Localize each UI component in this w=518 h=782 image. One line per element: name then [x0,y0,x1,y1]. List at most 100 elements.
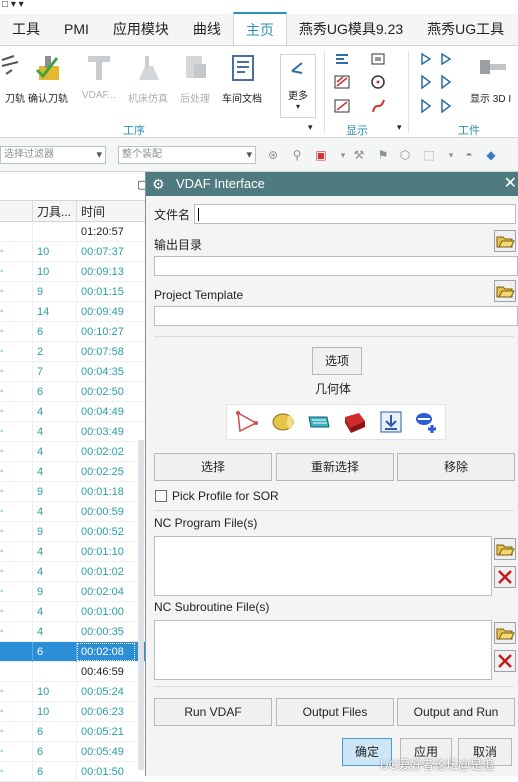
navigator-row[interactable]: ◦ 4 00:00:59 [0,502,146,522]
menu-tab[interactable]: 主页 [232,12,287,45]
navigator-row[interactable]: ◦ 4 00:02:02 [0,442,146,462]
workpiece-blank-icon[interactable] [420,74,458,90]
solid-block-icon[interactable] [342,409,368,435]
hexagon-icon[interactable]: ⬡ [398,148,412,162]
dialog-title-bar[interactable]: ⚙ VDAF Interface ✕ [146,172,518,196]
machine-simulation-button[interactable]: 机床仿真 [128,52,168,105]
navigator-row[interactable]: ◦ 4 00:01:00 [0,602,146,622]
navigator-row[interactable]: ◦ 10 00:07:37 [0,242,146,262]
shop-documentation-button[interactable]: 车间文档 [222,52,262,105]
output-directory-input[interactable] [154,256,518,276]
workpiece-ipw-icon[interactable] [420,98,458,114]
close-icon[interactable]: ✕ [504,172,517,196]
navigator-row[interactable]: ◦ 9 00:00:52 [0,522,146,542]
nc-subroutine-list[interactable] [154,620,492,680]
display-3d-button[interactable]: 显示 3D I [470,52,511,105]
navigator-row[interactable]: ◦ 4 00:03:49 [0,422,146,442]
edge-display-icon[interactable] [334,52,352,66]
tool-filter-2-icon[interactable]: ⚑ [376,148,390,162]
target-icon[interactable] [370,74,388,90]
vdaf-button[interactable]: VDAF... [82,52,116,101]
menu-tab[interactable]: 燕秀UG模具9.23 [287,13,415,45]
hatch-display-2-icon[interactable] [334,98,352,114]
navigator-row[interactable]: ◦ 6 00:05:21 [0,722,146,742]
navigator-row[interactable]: ◦ 4 00:02:25 [0,462,146,482]
remove-nc-subroutine-button[interactable] [494,650,516,672]
display-expand-icon[interactable]: ▾ [397,122,402,133]
navigator-row[interactable]: ◦ 7 00:04:35 [0,362,146,382]
output-files-button[interactable]: Output Files [276,698,394,726]
pick-profile-checkbox[interactable] [155,490,167,502]
selection-scope-dropdown[interactable]: 整个装配 [118,146,256,164]
navigator-row[interactable]: ◦ 14 00:09:49 [0,302,146,322]
options-button[interactable]: 选项 [312,347,362,375]
menu-tab[interactable]: 燕秀UG工具 [415,13,516,45]
link-icon[interactable]: ⚲ [290,148,304,162]
navigator-row[interactable]: ◦ 6 00:02:50 [0,382,146,402]
run-vdaf-button[interactable]: Run VDAF [154,698,272,726]
navigator-row[interactable]: ◦ 9 00:01:18 [0,482,146,502]
navigator-row[interactable]: ◦ 4 00:01:10 [0,542,146,562]
surface-icon[interactable] [306,409,332,435]
menu-tab[interactable]: 应用模块 [101,13,181,45]
file-name-input[interactable] [194,204,516,224]
navigator-row[interactable]: ◦ 9 00:01:15 [0,282,146,302]
navigator-row[interactable]: ◦ 6 00:01:50 [0,762,146,782]
postprocess-button[interactable]: 后处理 [180,52,210,105]
navigator-row[interactable]: 00:46:59 [0,662,146,682]
menu-tab[interactable]: 曲线 [181,13,233,45]
type-filter-dropdown[interactable]: 选择过滤器 [0,146,106,164]
snap-icon[interactable]: ⊛ [266,148,280,162]
toolpath-button[interactable]: 刀轨 [0,52,30,105]
browse-output-directory-button[interactable] [494,230,516,252]
column-header-tool[interactable]: 刀具... [32,201,76,223]
row-status-icon: ◦ [0,326,4,337]
nc-program-list[interactable] [154,536,492,596]
more-button[interactable]: 更多 ▾ [280,54,316,118]
project-template-input[interactable] [154,306,518,326]
navigator-row[interactable]: ◦ 6 00:02:08 [0,642,146,662]
navigator-row[interactable]: ◦ 6 00:05:49 [0,742,146,762]
navigator-row[interactable]: 01:20:57 [0,222,146,242]
chevron-down-icon[interactable]: ▾ [336,148,350,162]
navigator-row[interactable]: ◦ 9 00:02:04 [0,582,146,602]
workpiece-geometry-icon[interactable] [420,52,458,66]
points-icon[interactable] [234,409,260,435]
curve-icon[interactable] [370,98,388,114]
remove-button[interactable]: 移除 [397,453,515,481]
chevron-down-icon[interactable]: ▾ [444,148,458,162]
reselect-button[interactable]: 重新选择 [276,453,394,481]
shading-icon[interactable]: ◓ [462,148,476,162]
column-header-time[interactable]: 时间 [76,201,146,223]
navigator-row[interactable]: ◦ 10 00:05:24 [0,682,146,702]
time-cell: 00:02:08 [76,642,136,662]
navigator-row[interactable]: ◦ 10 00:09:13 [0,262,146,282]
select-button[interactable]: 选择 [154,453,272,481]
cube-icon[interactable]: ◆ [484,148,498,162]
select-features-icon[interactable]: ▣ [314,148,328,162]
add-nc-subroutine-button[interactable] [494,622,516,644]
cylinder-icon[interactable] [270,409,296,435]
browse-project-template-button[interactable] [494,280,516,302]
navigator-row[interactable]: ◦ 6 00:10:27 [0,322,146,342]
hatch-display-icon[interactable] [334,74,352,90]
operations-expand-icon[interactable]: ▾ [308,122,313,133]
view-frame-icon[interactable] [370,52,388,66]
navigator-row[interactable]: ◦ 4 00:01:02 [0,562,146,582]
navigator-row[interactable]: ◦ 2 00:07:58 [0,342,146,362]
navigator-row[interactable]: ◦ 4 00:04:49 [0,402,146,422]
navigator-row[interactable]: ◦ 4 00:00:35 [0,622,146,642]
verify-toolpath-button[interactable]: 确认刀轨 [28,52,68,105]
navigator-row[interactable]: ◦ 10 00:06:23 [0,702,146,722]
add-geometry-icon[interactable] [414,409,440,435]
import-icon[interactable] [378,409,404,435]
add-nc-program-button[interactable] [494,538,516,560]
remove-nc-program-button[interactable] [494,566,516,588]
vertical-scrollbar[interactable] [138,440,144,770]
menu-tab[interactable]: PMI [52,13,101,45]
rectangle-select-icon[interactable]: ⬚ [422,148,436,162]
menu-tab[interactable]: 工具 [0,13,52,45]
row-status-icon: ◦ [0,366,4,377]
tool-filter-icon[interactable]: ⚒ [352,148,366,162]
output-and-run-button[interactable]: Output and Run [397,698,515,726]
